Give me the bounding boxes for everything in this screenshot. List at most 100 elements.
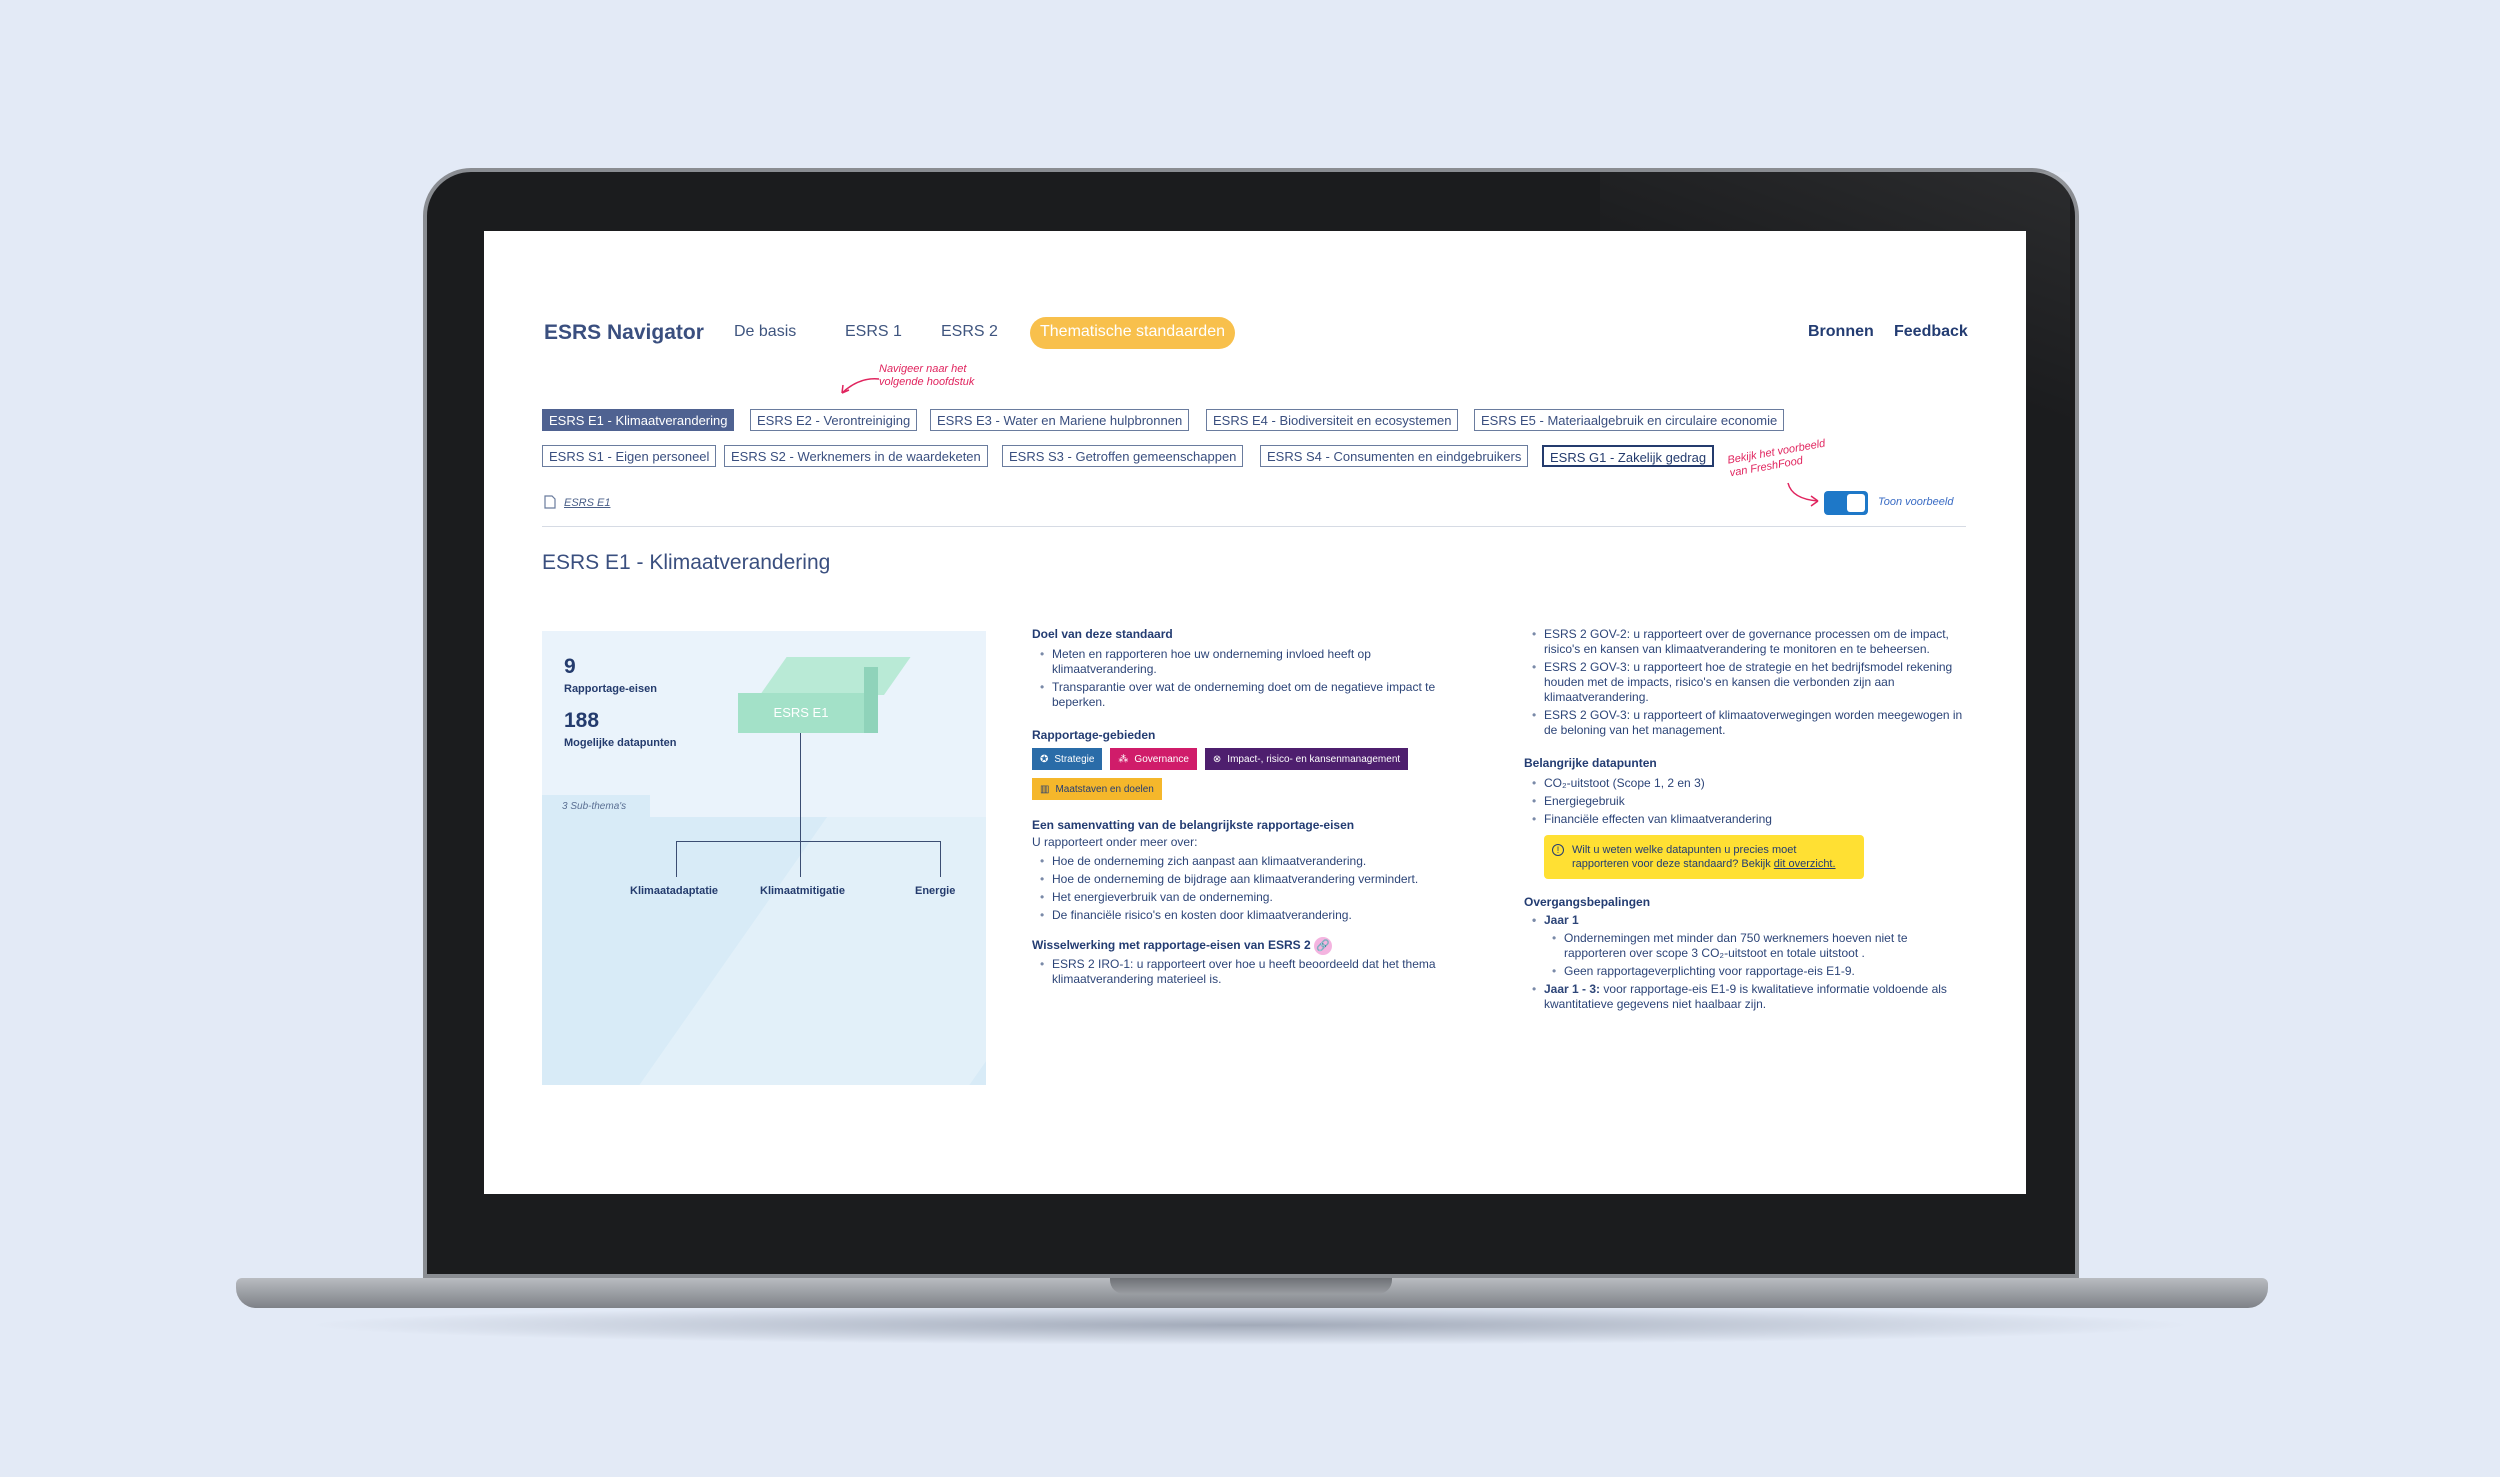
annotation-arrow-icon (841, 378, 880, 394)
goal-list: Meten en rapporteren hoe uw onderneming … (1032, 647, 1472, 710)
page-title: ESRS E1 - Klimaatverandering (542, 551, 831, 574)
req-label: Rapportage-eisen (564, 683, 657, 695)
list-item: Ondernemingen met minder dan 750 werknem… (1524, 931, 1964, 961)
nav-esrs-1[interactable]: ESRS 1 (845, 323, 902, 341)
summary-list: Hoe de onderneming zich aanpast aan klim… (1032, 854, 1472, 923)
datapoints-title: Belangrijke datapunten (1524, 756, 1657, 770)
req-count: 9 (564, 655, 576, 678)
app-brand[interactable]: ESRS Navigator (544, 321, 704, 345)
nav-thematische-standaarden[interactable]: Thematische standaarden (1030, 317, 1235, 349)
governance-icon: ⁂ (1118, 753, 1129, 765)
year13-text: voor rapportage-eis E1-9 is kwalitatieve… (1544, 982, 1947, 1011)
chip-esrs-e3[interactable]: ESRS E3 - Water en Mariene hulpbronnen (930, 409, 1190, 431)
chip-esrs-g1[interactable]: ESRS G1 - Zakelijk gedrag (1542, 445, 1715, 467)
chip-esrs-e4[interactable]: ESRS E4 - Biodiversiteit en ecosystemen (1206, 409, 1459, 431)
tree-connector (800, 841, 801, 877)
list-item: Financiële effecten van klimaatveranderi… (1524, 812, 1964, 827)
area-tags: ✪ Strategie ⁂ Governance ⊗ Impact-, risico-… (1032, 748, 1432, 800)
cube-side (864, 667, 878, 733)
list-item: ESRS 2 GOV-3: u rapporteert hoe de strat… (1524, 660, 1964, 705)
datapoint-count: 188 (564, 709, 600, 732)
tree-connector (940, 841, 941, 877)
laptop-screen: ESRS Navigator De basis ESRS 1 ESRS 2 Th… (484, 231, 2026, 1194)
link-icon[interactable]: 🔗 (1314, 937, 1332, 955)
summary-intro: U rapporteert onder meer over: (1032, 835, 1198, 849)
list-item: Jaar 1 - 3: voor rapportage-eis E1-9 is … (1524, 982, 1964, 1012)
chip-esrs-e2[interactable]: ESRS E2 - Verontreiniging (750, 409, 918, 431)
annotation-example-hint: Bekijk het voorbeeld van FreshFood (1726, 437, 1827, 480)
goal-title: Doel van deze standaard (1032, 627, 1173, 641)
content-column-1: Doel van deze standaard Meten en rapport… (1032, 627, 1472, 990)
tag-strategie[interactable]: ✪ Strategie (1032, 748, 1103, 770)
chip-esrs-s4[interactable]: ESRS S4 - Consumenten en eindgebruikers (1260, 445, 1529, 467)
annotation-nav-hint: Navigeer naar het volgende hoofdstuk (879, 363, 975, 388)
datapoint-label: Mogelijke datapunten (564, 737, 677, 749)
tag-label: Governance (1134, 753, 1189, 765)
info-callout: ! Wilt u weten welke datapunten u precie… (1544, 835, 1864, 879)
tree-connector (676, 841, 677, 877)
impact-icon: ⊗ (1212, 753, 1222, 765)
year1-list: Ondernemingen met minder dan 750 werknem… (1524, 931, 1964, 979)
tag-maatstaven[interactable]: ▥ Maatstaven en doelen (1032, 778, 1162, 800)
info-text: Wilt u weten welke datapunten u precies … (1572, 844, 1797, 870)
nav-de-basis[interactable]: De basis (734, 323, 796, 341)
tag-label: Impact-, risico- en kansenmanagement (1227, 753, 1401, 765)
interaction-title: Wisselwerking met rapportage-eisen van E… (1032, 937, 1472, 955)
metrics-icon: ▥ (1040, 783, 1050, 795)
list-item: Meten en rapporteren hoe uw onderneming … (1032, 647, 1472, 677)
tree-connector (676, 841, 940, 842)
interaction-list: ESRS 2 IRO-1: u rapporteert over hoe u h… (1032, 957, 1472, 987)
interaction-title-text: Wisselwerking met rapportage-eisen van E… (1032, 938, 1311, 953)
gov-list: ESRS 2 GOV-2: u rapporteert over de gove… (1524, 627, 1964, 738)
list-item: Het energieverbruik van de onderneming. (1032, 890, 1472, 905)
tree-node-klimaatmitigatie[interactable]: Klimaatmitigatie (760, 885, 845, 897)
toggle-label: Toon voorbeeld (1878, 496, 1954, 508)
year13-label: Jaar 1 - 3: (1544, 982, 1601, 996)
year13-list: Jaar 1 - 3: voor rapportage-eis E1-9 is … (1524, 982, 1964, 1012)
summary-title: Een samenvatting van de belangrijkste ra… (1032, 818, 1355, 832)
tag-governance[interactable]: ⁂ Governance (1110, 748, 1197, 770)
toon-voorbeeld-toggle[interactable] (1824, 491, 1868, 515)
list-item: ESRS 2 GOV-2: u rapporteert over de gove… (1524, 627, 1964, 657)
subtheme-visual: 9 Rapportage-eisen 188 Mogelijke datapun… (542, 631, 986, 1085)
info-icon: ! (1552, 844, 1564, 856)
divider (542, 526, 1966, 527)
list-item: Hoe de onderneming zich aanpast aan klim… (1032, 854, 1472, 869)
list-item: ESRS 2 GOV-3: u rapporteert of klimaatov… (1524, 708, 1964, 738)
chip-esrs-s1[interactable]: ESRS S1 - Eigen personeel (542, 445, 717, 467)
list-item: Transparantie over wat de onderneming do… (1032, 680, 1472, 710)
areas-title: Rapportage-gebieden (1032, 728, 1156, 742)
toggle-knob (1847, 494, 1865, 512)
list-item: ESRS 2 IRO-1: u rapporteert over hoe u h… (1032, 957, 1472, 987)
document-icon (544, 495, 556, 509)
tag-impact-risico[interactable]: ⊗ Impact-, risico- en kansenmanagement (1204, 748, 1409, 770)
list-item: CO₂-uitstoot (Scope 1, 2 en 3) (1524, 776, 1964, 791)
tree-connector (800, 733, 801, 841)
chip-esrs-e1[interactable]: ESRS E1 - Klimaatverandering (542, 409, 735, 431)
list-item: Geen rapportageverplichting voor rapport… (1524, 964, 1964, 979)
datapoints-list: CO₂-uitstoot (Scope 1, 2 en 3) Energiege… (1524, 776, 1964, 827)
breadcrumb[interactable]: ESRS E1 (564, 497, 610, 509)
tree-node-klimaatadaptatie[interactable]: Klimaatadaptatie (630, 885, 718, 897)
strategy-icon: ✪ (1040, 753, 1049, 765)
tag-label: Maatstaven en doelen (1055, 783, 1154, 795)
tree-root-label: ESRS E1 (773, 705, 829, 720)
subthemes-label: 3 Sub-thema's (562, 801, 627, 812)
tree-node-energie[interactable]: Energie (915, 885, 955, 897)
list-item: De financiële risico's en kosten door kl… (1032, 908, 1472, 923)
transition-list: Jaar 1 (1524, 913, 1964, 928)
laptop-shadow (300, 1305, 2200, 1345)
list-item: Hoe de onderneming de bijdrage aan klima… (1032, 872, 1472, 887)
chip-esrs-s3[interactable]: ESRS S3 - Getroffen gemeenschappen (1002, 445, 1244, 467)
bronnen-link[interactable]: Bronnen (1808, 323, 1874, 341)
content-column-2: ESRS 2 GOV-2: u rapporteert over de gove… (1524, 627, 1964, 1015)
annotation-arrow-icon (1787, 482, 1819, 507)
nav-esrs-2[interactable]: ESRS 2 (941, 323, 998, 341)
list-item: Energiegebruik (1524, 794, 1964, 809)
chip-esrs-e5[interactable]: ESRS E5 - Materiaalgebruik en circulaire… (1474, 409, 1785, 431)
chip-esrs-s2[interactable]: ESRS S2 - Werknemers in de waardeketen (724, 445, 988, 467)
feedback-link[interactable]: Feedback (1894, 323, 1968, 341)
cube-top (760, 657, 911, 695)
transition-title: Overgangsbepalingen (1524, 895, 1651, 909)
overview-link[interactable]: dit overzicht. (1774, 858, 1836, 870)
